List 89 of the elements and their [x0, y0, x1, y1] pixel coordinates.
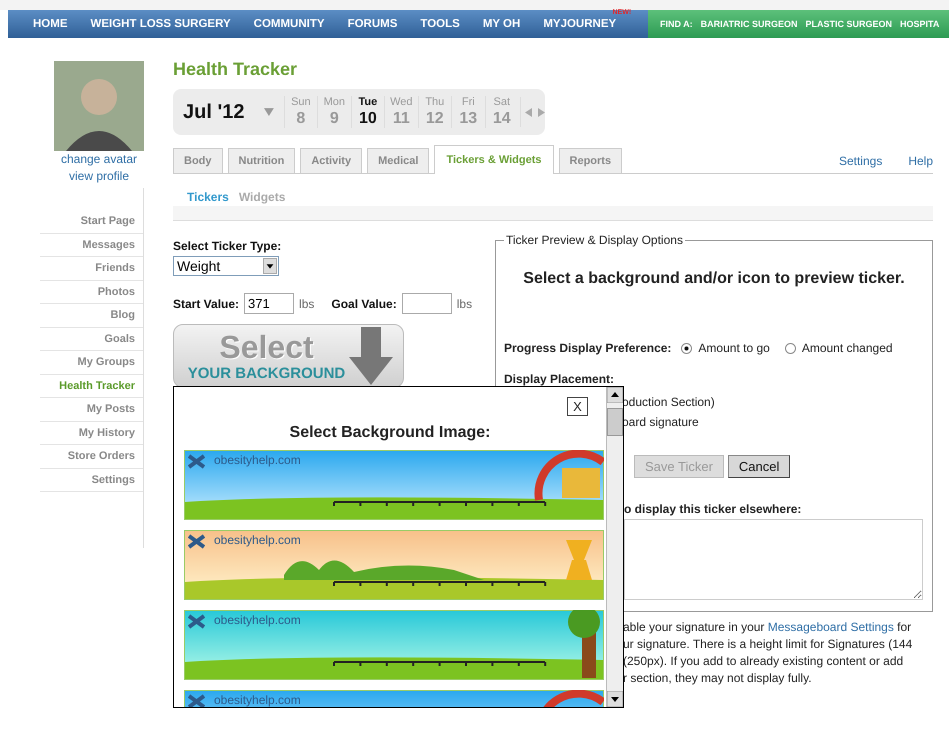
- sidebar-item[interactable]: My Posts: [40, 398, 143, 422]
- header-link[interactable]: Settings: [838, 154, 882, 168]
- field-label: Goal Value:: [331, 296, 397, 310]
- day-button[interactable]: Sun 8: [284, 96, 318, 128]
- settings-link[interactable]: Messageboard Settings: [768, 620, 894, 634]
- tab[interactable]: Tickers & Widgets: [434, 145, 554, 174]
- form-button[interactable]: Cancel: [728, 455, 790, 478]
- tab[interactable]: Activity: [300, 148, 362, 173]
- day-button[interactable]: Mon 9: [317, 96, 351, 128]
- scroll-up-icon[interactable]: [607, 387, 623, 403]
- unit-label: lbs: [299, 296, 314, 310]
- field-label: Progress Display Preference:: [504, 341, 672, 355]
- find-link[interactable]: BARIATRIC SURGEON: [700, 19, 798, 29]
- tab[interactable]: Medical: [367, 148, 430, 173]
- background-option[interactable]: obesityhelp.com: [184, 610, 604, 680]
- field-label: Start Value:: [173, 296, 240, 310]
- sidebar-item[interactable]: Store Orders: [40, 445, 143, 468]
- nav-link[interactable]: TOOLS: [420, 18, 460, 30]
- panel-legend: Ticker Preview & Display Options: [504, 233, 685, 247]
- sidebar-item[interactable]: Messages: [40, 234, 143, 257]
- tab[interactable]: Body: [173, 148, 222, 173]
- down-arrow-icon: [349, 327, 393, 385]
- radio-button[interactable]: [681, 342, 692, 354]
- nav-link[interactable]: MYJOURNEY: [543, 18, 616, 30]
- select-background-button[interactable]: Select YOUR BACKGROUND: [173, 324, 404, 388]
- logo-icon: [188, 534, 205, 549]
- brand-text: obesityhelp.com: [214, 693, 301, 707]
- subtab[interactable]: Tickers: [187, 190, 229, 204]
- option-label: Amount to go: [698, 341, 770, 355]
- month-label: Jul '12: [183, 100, 246, 124]
- caret-icon[interactable]: [264, 108, 274, 116]
- embed-code-field[interactable]: [624, 519, 923, 600]
- nav-link[interactable]: WEIGHT LOSS SURGERY: [90, 18, 231, 30]
- find-link[interactable]: PLASTIC SURGEON: [806, 19, 892, 29]
- nav-link[interactable]: COMMUNITY: [254, 18, 325, 30]
- brand-text: obesityhelp.com: [214, 613, 301, 627]
- profile-link[interactable]: change avatar: [60, 151, 138, 168]
- preview-heading: Select a background and/or icon to preview ticker.: [522, 270, 906, 288]
- close-button[interactable]: X: [567, 397, 588, 416]
- header-link[interactable]: Help: [908, 154, 933, 168]
- form-button: Save Ticker: [634, 455, 724, 478]
- background-option[interactable]: obesityhelp.com: [184, 450, 604, 520]
- sidebar-item[interactable]: My History: [40, 422, 143, 445]
- logo-icon: [188, 454, 205, 469]
- find-label: FIND A:: [660, 19, 693, 29]
- radio-button[interactable]: [784, 342, 796, 354]
- logo-icon: [188, 694, 205, 707]
- brand-text: obesityhelp.com: [214, 533, 301, 547]
- signature-note: able your signature in your Messageboard Settings for ur signature. There is a height limit for Signatures (144 (250px). If you add to already existing content or add r section, they may not display fully.: [623, 619, 914, 687]
- ticker-type-select[interactable]: Weight: [173, 256, 279, 276]
- scrollbar[interactable]: [606, 387, 623, 707]
- option-label: oduction Section): [622, 394, 716, 411]
- sidebar-item[interactable]: Friends: [40, 257, 143, 280]
- day-button[interactable]: Tue 10: [350, 96, 384, 128]
- day-button[interactable]: Wed 11: [384, 96, 418, 128]
- profile-link[interactable]: view profile: [68, 168, 130, 185]
- tab[interactable]: Reports: [558, 148, 622, 173]
- background-option[interactable]: obesityhelp.com: [184, 530, 604, 600]
- start-value-input[interactable]: 371: [244, 293, 294, 314]
- option-label: Amount changed: [802, 341, 893, 355]
- scroll-thumb[interactable]: [607, 408, 623, 436]
- find-link[interactable]: HOSPITA: [900, 19, 940, 29]
- sidebar-item[interactable]: Blog: [40, 304, 143, 328]
- brand-text: obesityhelp.com: [214, 453, 301, 467]
- logo-icon: [188, 614, 205, 629]
- modal-title: Select Background Image:: [288, 424, 492, 443]
- nav-link[interactable]: HOME: [33, 18, 68, 30]
- prev-next-arrows-icon[interactable]: [525, 108, 546, 116]
- sidebar-item[interactable]: Photos: [40, 280, 143, 304]
- goal-value-input[interactable]: [402, 293, 452, 314]
- field-label: Display Placement:: [504, 372, 616, 386]
- nav-link[interactable]: MY OH: [482, 18, 520, 30]
- day-button[interactable]: Sat 14: [484, 96, 518, 128]
- page-title: Health Tracker: [173, 59, 298, 81]
- tab[interactable]: Nutrition: [228, 148, 296, 173]
- sidebar-item[interactable]: My Groups: [40, 351, 143, 374]
- sidebar-item[interactable]: Settings: [40, 468, 143, 492]
- field-label: o display this ticker elsewhere:: [624, 502, 802, 516]
- day-button[interactable]: Fri 13: [451, 96, 485, 128]
- subtab[interactable]: Widgets: [238, 190, 286, 204]
- unit-label: lbs: [456, 296, 472, 310]
- sidebar-item[interactable]: Health Tracker: [40, 374, 143, 398]
- field-label: Select Ticker Type:: [173, 239, 282, 253]
- background-option[interactable]: obesityhelp.com: [184, 690, 604, 707]
- sidebar-item[interactable]: Start Page: [40, 210, 143, 234]
- day-button[interactable]: Thu 12: [418, 96, 452, 128]
- scroll-down-icon[interactable]: [607, 691, 623, 707]
- nav-link[interactable]: FORUMS: [348, 18, 398, 30]
- sidebar-item[interactable]: Goals: [40, 328, 143, 351]
